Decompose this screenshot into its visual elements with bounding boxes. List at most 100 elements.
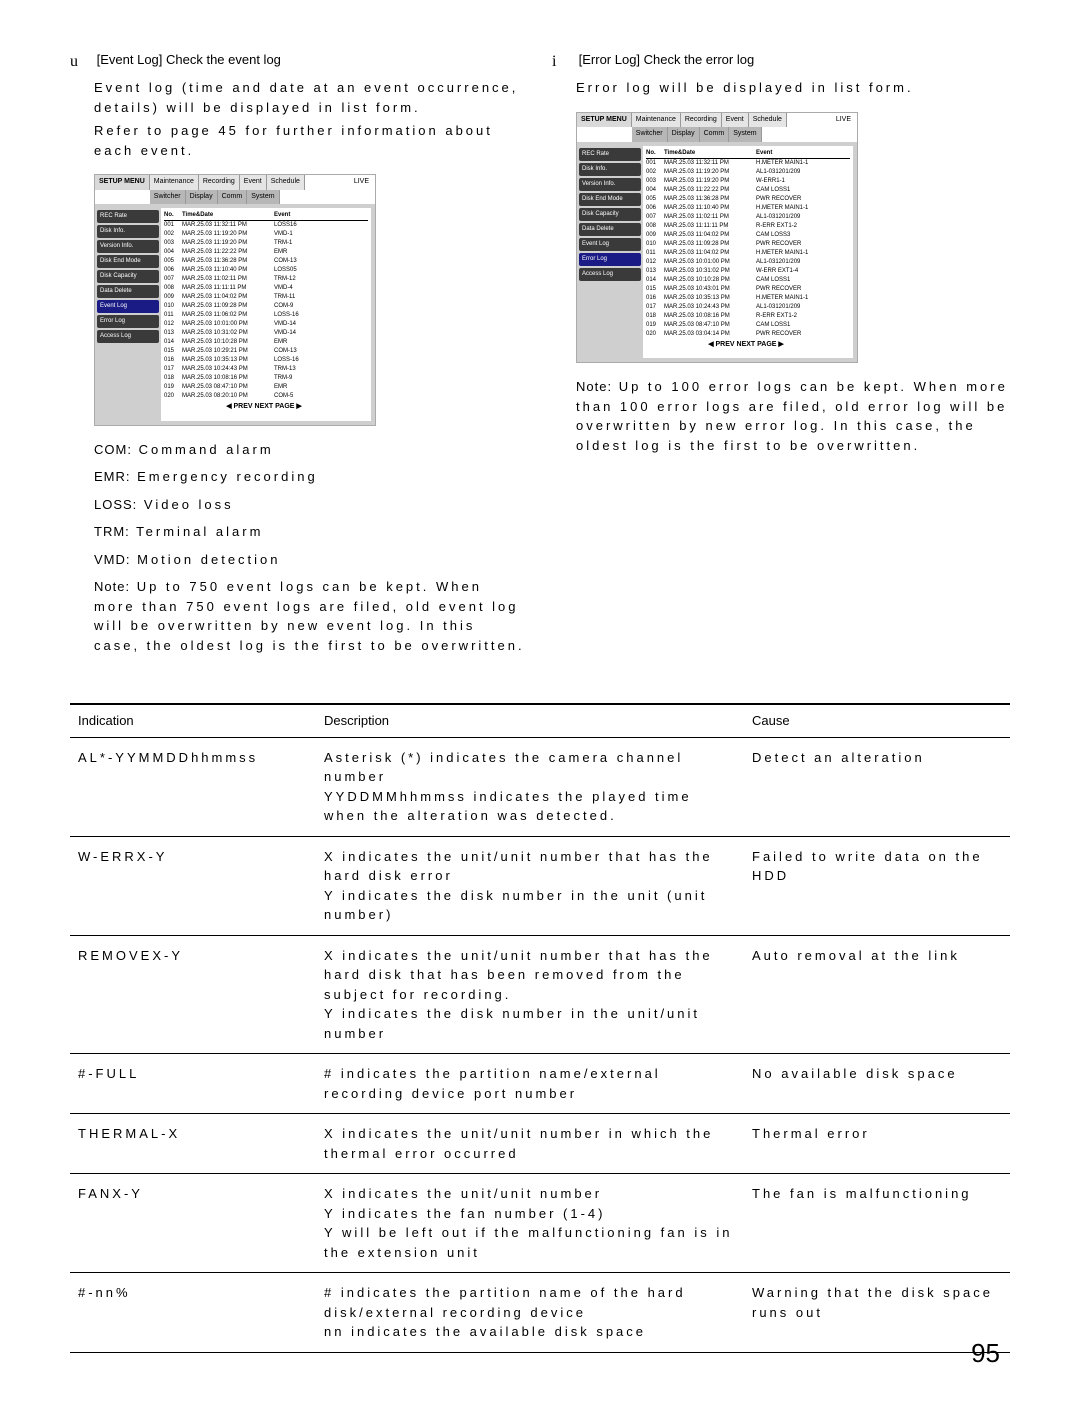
side-menu: REC Rate Disk Info. Version Info. Disk End … — [95, 204, 161, 425]
side-item: Access Log — [579, 268, 641, 281]
tab-maintenance: Maintenance — [632, 113, 681, 128]
pager: ◀ PREV NEXT PAGE ▶ — [646, 339, 846, 352]
error-log-title: [Error Log] Check the error log — [579, 52, 755, 67]
tab-comm: Comm — [218, 190, 248, 205]
log-row: 019MAR.25.03 08:47:10 PMCAM LOSS1 — [646, 321, 850, 330]
side-item: Version Info. — [579, 178, 641, 191]
tab-display: Display — [186, 190, 218, 205]
th-indication: Indication — [70, 704, 316, 737]
log-row: 003MAR.25.03 11:19:20 PMTRM-1 — [164, 239, 368, 248]
cell-cause: The fan is malfunctioning — [744, 1174, 1010, 1273]
cell-indication: FANX-Y — [70, 1174, 316, 1273]
cell-description: X indicates the unit/unit number that ha… — [316, 836, 744, 935]
log-row: 010MAR.25.03 11:09:28 PMPWR RECOVER — [646, 240, 850, 249]
log-row: 006MAR.25.03 11:10:40 PMLOSS05 — [164, 266, 368, 275]
log-row: 018MAR.25.03 10:08:16 PMR-ERR EXT1-2 — [646, 312, 850, 321]
cell-indication: #-FULL — [70, 1054, 316, 1114]
pager: ◀ PREV NEXT PAGE ▶ — [164, 401, 364, 414]
cell-description: # indicates the partition name/external … — [316, 1054, 744, 1114]
side-item: Disk End Mode — [97, 255, 159, 268]
log-row: 012MAR.25.03 10:01:00 PMAL1-031201/209 — [646, 258, 850, 267]
event-log-screenshot: SETUP MENU Maintenance Recording Event S… — [94, 174, 376, 426]
log-row: 010MAR.25.03 11:09:28 PMCOM-9 — [164, 302, 368, 311]
side-item: Disk Capacity — [579, 208, 641, 221]
side-item: Data Delete — [579, 223, 641, 236]
cell-indication: #-nn% — [70, 1273, 316, 1353]
cell-description: Asterisk (*) indicates the camera channe… — [316, 737, 744, 836]
side-item: Disk Capacity — [97, 270, 159, 283]
log-row: 016MAR.25.03 10:35:13 PMLOSS-16 — [164, 356, 368, 365]
log-row: 014MAR.25.03 10:10:28 PMCAM LOSS1 — [646, 276, 850, 285]
tab-recording: Recording — [681, 113, 722, 128]
setup-menu-label: SETUP MENU — [95, 175, 150, 190]
legend-trm: TRM: Terminal alarm — [94, 522, 528, 542]
side-item: Access Log — [97, 330, 159, 343]
cell-cause: Thermal error — [744, 1114, 1010, 1174]
log-row: 014MAR.25.03 10:10:28 PMEMR — [164, 338, 368, 347]
cell-cause: Failed to write data on the HDD — [744, 836, 1010, 935]
log-row: 017MAR.25.03 10:24:43 PMTRM-13 — [164, 365, 368, 374]
log-header-row: No.Time&DateEvent — [646, 149, 850, 159]
log-row: 012MAR.25.03 10:01:00 PMVMD-14 — [164, 320, 368, 329]
cell-indication: REMOVEX-Y — [70, 935, 316, 1054]
side-item: Error Log — [579, 253, 641, 266]
legend-loss: LOSS: Video loss — [94, 495, 528, 515]
tab-system: System — [729, 127, 761, 142]
log-row: 004MAR.25.03 11:22:22 PMEMR — [164, 248, 368, 257]
log-row: 020MAR.25.03 08:20:10 PMCOM-5 — [164, 392, 368, 401]
log-row: 011MAR.25.03 11:04:02 PMH.METER MAIN1-1 — [646, 249, 850, 258]
log-row: 002MAR.25.03 11:19:20 PMAL1-031201/209 — [646, 168, 850, 177]
tab-maintenance: Maintenance — [150, 175, 199, 190]
log-row: 005MAR.25.03 11:36:28 PMCOM-13 — [164, 257, 368, 266]
cell-description: X indicates the unit/unit number in whic… — [316, 1114, 744, 1174]
cell-indication: W-ERRX-Y — [70, 836, 316, 935]
log-row: 018MAR.25.03 10:08:16 PMTRM-9 — [164, 374, 368, 383]
cell-indication: THERMAL-X — [70, 1114, 316, 1174]
log-row: 016MAR.25.03 10:35:13 PMH.METER MAIN1-1 — [646, 294, 850, 303]
log-row: 013MAR.25.03 10:31:02 PMW-ERR EXT1-4 — [646, 267, 850, 276]
tab-switcher: Switcher — [632, 127, 668, 142]
live-label: LIVE — [830, 113, 857, 128]
table-row: REMOVEX-YX indicates the unit/unit numbe… — [70, 935, 1010, 1054]
tab-event: Event — [722, 113, 749, 128]
table-row: AL*-YYMMDDhhmmssAsterisk (*) indicates t… — [70, 737, 1010, 836]
log-row: 008MAR.25.03 11:11:11 PMVMD-4 — [164, 284, 368, 293]
side-item: Disk Info. — [97, 225, 159, 238]
th-cause: Cause — [744, 704, 1010, 737]
log-row: 009MAR.25.03 11:04:02 PMCAM LOSS3 — [646, 231, 850, 240]
log-row: 001MAR.25.03 11:32:11 PMLOSS16 — [164, 221, 368, 230]
table-header-row: Indication Description Cause — [70, 704, 1010, 737]
side-menu: REC RateDisk Info.Version Info.Disk End … — [577, 142, 643, 363]
log-row: 015MAR.25.03 10:43:01 PMPWR RECOVER — [646, 285, 850, 294]
side-item: Event Log — [579, 238, 641, 251]
cell-indication: AL*-YYMMDDhhmmss — [70, 737, 316, 836]
tab-comm: Comm — [700, 127, 730, 142]
log-row: 002MAR.25.03 11:19:20 PMVMD-1 — [164, 230, 368, 239]
log-row: 007MAR.25.03 11:02:11 PMAL1-031201/209 — [646, 213, 850, 222]
bullet-i-icon: i — [552, 50, 572, 74]
error-note: Note: Up to 100 error logs can be kept. … — [576, 377, 1010, 455]
log-row: 005MAR.25.03 11:36:28 PMPWR RECOVER — [646, 195, 850, 204]
side-item: Version Info. — [97, 240, 159, 253]
bullet-u-icon: u — [70, 50, 90, 74]
error-log-screenshot: SETUP MENU Maintenance Recording Event S… — [576, 112, 858, 364]
log-header-row: No.Time&DateEvent — [164, 211, 368, 221]
log-row: 003MAR.25.03 11:19:20 PMW-ERR1-1 — [646, 177, 850, 186]
tab-event: Event — [240, 175, 267, 190]
th-description: Description — [316, 704, 744, 737]
side-item: REC Rate — [97, 210, 159, 223]
cell-cause: No available disk space — [744, 1054, 1010, 1114]
side-item: Error Log — [97, 315, 159, 328]
log-row: 019MAR.25.03 08:47:10 PMEMR — [164, 383, 368, 392]
table-row: FANX-YX indicates the unit/unit number Y… — [70, 1174, 1010, 1273]
legend-emr: EMR: Emergency recording — [94, 467, 528, 487]
log-row: 007MAR.25.03 11:02:11 PMTRM-12 — [164, 275, 368, 284]
tab-schedule: Schedule — [749, 113, 787, 128]
page-number: 95 — [971, 1334, 1000, 1373]
log-row: 008MAR.25.03 11:11:11 PMR-ERR EXT1-2 — [646, 222, 850, 231]
legend-com: COM: Command alarm — [94, 440, 528, 460]
side-item: Event Log — [97, 300, 159, 313]
side-item: Disk Info. — [579, 163, 641, 176]
log-row: 015MAR.25.03 10:29:21 PMCOM-13 — [164, 347, 368, 356]
log-row: 011MAR.25.03 11:06:02 PMLOSS-16 — [164, 311, 368, 320]
